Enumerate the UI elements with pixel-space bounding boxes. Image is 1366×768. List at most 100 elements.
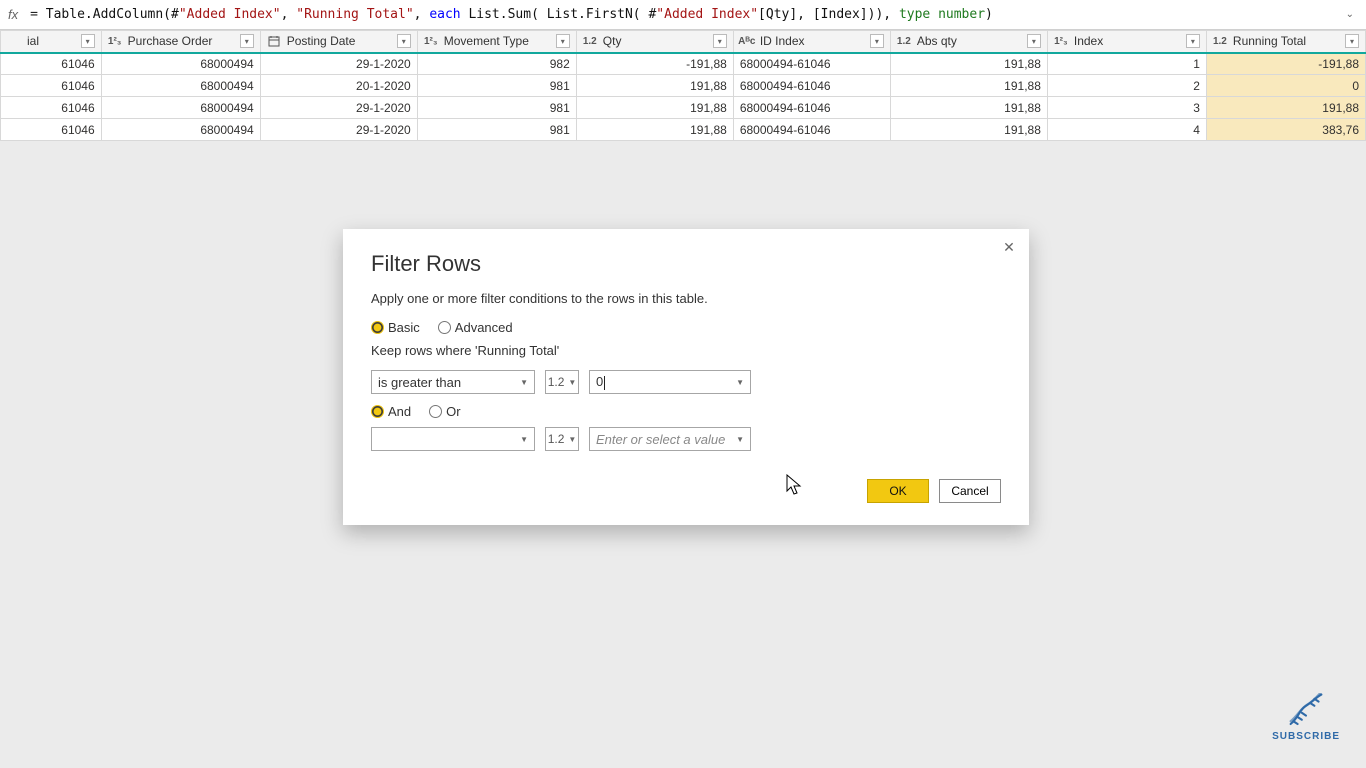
table-cell[interactable]: 191,88: [890, 119, 1047, 141]
condition-row-1: is greater than ▼ 1.2 ▼ 0 ▼: [371, 370, 1001, 394]
dialog-title: Filter Rows: [371, 251, 1001, 277]
table-cell[interactable]: 191,88: [576, 97, 733, 119]
data-grid: ial▾1²₃Purchase Order▾Posting Date▾1²₃Mo…: [0, 30, 1366, 141]
column-filter-icon[interactable]: ▾: [397, 34, 411, 48]
radio-advanced[interactable]: Advanced: [438, 320, 513, 335]
table-cell[interactable]: 1: [1047, 53, 1206, 75]
column-header[interactable]: ial ▾: [1, 31, 102, 53]
filter-rows-dialog: ✕ Filter Rows Apply one or more filter c…: [343, 229, 1029, 525]
type-select-2[interactable]: 1.2 ▼: [545, 427, 579, 451]
operator-select-1[interactable]: is greater than ▼: [371, 370, 535, 394]
table-cell[interactable]: 4: [1047, 119, 1206, 141]
column-filter-icon[interactable]: ▾: [870, 34, 884, 48]
column-header[interactable]: 1.2Qty▾: [576, 31, 733, 53]
table-row[interactable]: 610466800049429-1-2020981191,8868000494-…: [1, 97, 1366, 119]
table-cell[interactable]: -191,88: [576, 53, 733, 75]
radio-advanced-label: Advanced: [455, 320, 513, 335]
table-cell[interactable]: 982: [417, 53, 576, 75]
operator-select-1-value: is greater than: [378, 375, 461, 390]
table-cell[interactable]: 191,88: [576, 119, 733, 141]
value-input-2[interactable]: Enter or select a value ▼: [589, 427, 751, 451]
table-row[interactable]: 610466800049420-1-2020981191,8868000494-…: [1, 75, 1366, 97]
table-cell[interactable]: 29-1-2020: [260, 97, 417, 119]
column-header-label: Abs qty: [917, 34, 1023, 48]
fx-icon: fx: [8, 7, 18, 22]
column-header[interactable]: AᴮcID Index▾: [733, 31, 890, 53]
column-header-label: Index: [1074, 34, 1182, 48]
column-filter-icon[interactable]: ▾: [556, 34, 570, 48]
table-cell[interactable]: 981: [417, 75, 576, 97]
type-select-1[interactable]: 1.2 ▼: [545, 370, 579, 394]
subscribe-label: SUBSCRIBE: [1272, 731, 1340, 742]
table-cell[interactable]: 68000494-61046: [733, 97, 890, 119]
table-cell[interactable]: 68000494: [101, 75, 260, 97]
logic-radio-row: And Or: [371, 404, 1001, 419]
table-cell[interactable]: 191,88: [1206, 97, 1365, 119]
table-cell[interactable]: 2: [1047, 75, 1206, 97]
table-cell[interactable]: 191,88: [890, 97, 1047, 119]
column-filter-icon[interactable]: ▾: [240, 34, 254, 48]
table-cell[interactable]: 0: [1206, 75, 1365, 97]
radio-and-label: And: [388, 404, 411, 419]
close-icon[interactable]: ✕: [999, 237, 1019, 257]
column-header-label: Movement Type: [444, 34, 552, 48]
table-cell[interactable]: 20-1-2020: [260, 75, 417, 97]
table-cell[interactable]: 191,88: [890, 53, 1047, 75]
value-input-1[interactable]: 0 ▼: [589, 370, 751, 394]
subscribe-badge: SUBSCRIBE: [1272, 693, 1340, 742]
dialog-description: Apply one or more filter conditions to t…: [371, 291, 1001, 306]
formula-text[interactable]: = Table.AddColumn(#"Added Index", "Runni…: [30, 7, 1341, 22]
chevron-down-icon: ▼: [736, 435, 744, 444]
table-cell[interactable]: 68000494-61046: [733, 53, 890, 75]
column-header[interactable]: 1.2Running Total▾: [1206, 31, 1365, 53]
radio-or-label: Or: [446, 404, 460, 419]
chevron-down-icon: ▼: [520, 378, 528, 387]
table-cell[interactable]: 68000494-61046: [733, 75, 890, 97]
mode-radio-row: Basic Advanced: [371, 320, 1001, 335]
value-input-1-text: 0: [596, 374, 603, 389]
column-header[interactable]: 1²₃Movement Type▾: [417, 31, 576, 53]
table-cell[interactable]: 68000494-61046: [733, 119, 890, 141]
radio-or[interactable]: Or: [429, 404, 460, 419]
table-cell[interactable]: 61046: [1, 97, 102, 119]
column-filter-icon[interactable]: ▾: [713, 34, 727, 48]
table-cell[interactable]: 68000494: [101, 53, 260, 75]
type-select-2-value: 1.2: [548, 432, 565, 446]
column-header-label: ial: [27, 34, 77, 48]
column-filter-icon[interactable]: ▾: [81, 34, 95, 48]
column-filter-icon[interactable]: ▾: [1027, 34, 1041, 48]
table-cell[interactable]: 3: [1047, 97, 1206, 119]
table-row[interactable]: 610466800049429-1-2020981191,8868000494-…: [1, 119, 1366, 141]
table-cell[interactable]: 191,88: [576, 75, 733, 97]
column-header[interactable]: 1²₃Purchase Order▾: [101, 31, 260, 53]
column-header[interactable]: Posting Date▾: [260, 31, 417, 53]
chevron-down-icon: ▼: [568, 435, 576, 444]
table-cell[interactable]: 61046: [1, 119, 102, 141]
condition-row-2: ▼ 1.2 ▼ Enter or select a value ▼: [371, 427, 1001, 451]
table-cell[interactable]: 29-1-2020: [260, 119, 417, 141]
table-cell[interactable]: 981: [417, 119, 576, 141]
table-cell[interactable]: 61046: [1, 53, 102, 75]
radio-basic[interactable]: Basic: [371, 320, 420, 335]
radio-and[interactable]: And: [371, 404, 411, 419]
cancel-button[interactable]: Cancel: [939, 479, 1001, 503]
column-header[interactable]: 1.2Abs qty▾: [890, 31, 1047, 53]
column-header[interactable]: 1²₃Index▾: [1047, 31, 1206, 53]
operator-select-2[interactable]: ▼: [371, 427, 535, 451]
table-cell[interactable]: 68000494: [101, 97, 260, 119]
table-cell[interactable]: 29-1-2020: [260, 53, 417, 75]
table-cell[interactable]: 61046: [1, 75, 102, 97]
ok-button[interactable]: OK: [867, 479, 929, 503]
column-header-label: ID Index: [760, 34, 866, 48]
table-cell[interactable]: 191,88: [890, 75, 1047, 97]
formula-dropdown-icon[interactable]: ⌄: [1342, 9, 1358, 20]
chevron-down-icon: ▼: [568, 378, 576, 387]
radio-basic-label: Basic: [388, 320, 420, 335]
table-cell[interactable]: 68000494: [101, 119, 260, 141]
column-filter-icon[interactable]: ▾: [1186, 34, 1200, 48]
table-row[interactable]: 610466800049429-1-2020982-191,8868000494…: [1, 53, 1366, 75]
table-cell[interactable]: 383,76: [1206, 119, 1365, 141]
column-filter-icon[interactable]: ▾: [1345, 34, 1359, 48]
table-cell[interactable]: -191,88: [1206, 53, 1365, 75]
table-cell[interactable]: 981: [417, 97, 576, 119]
